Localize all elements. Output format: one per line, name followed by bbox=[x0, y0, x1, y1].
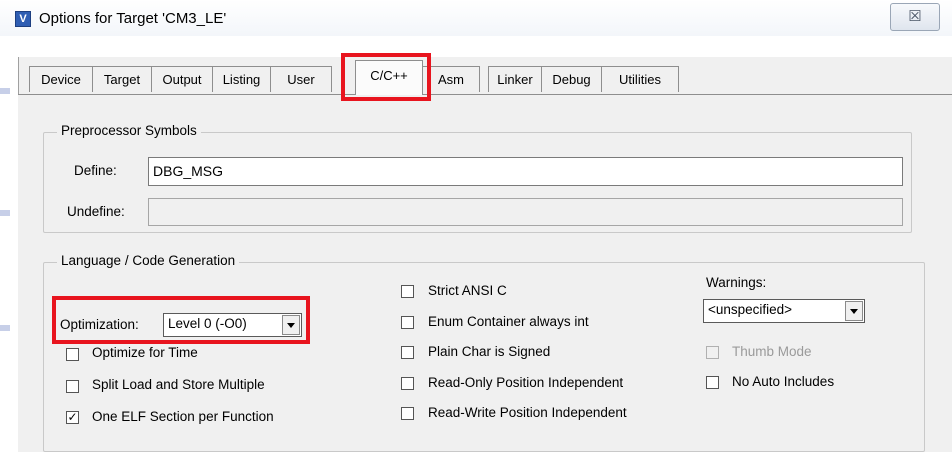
close-button[interactable]: ☒ bbox=[890, 3, 940, 31]
ro-pi-checkbox[interactable] bbox=[401, 377, 414, 390]
close-icon: ☒ bbox=[908, 8, 922, 25]
one-elf-checkbox[interactable]: ✓ bbox=[66, 411, 79, 424]
ro-pi-label: Read-Only Position Independent bbox=[428, 375, 624, 390]
no-auto-includes-label: No Auto Includes bbox=[732, 374, 835, 389]
split-load-label: Split Load and Store Multiple bbox=[92, 377, 265, 392]
tab-utilities[interactable]: Utilities bbox=[601, 66, 679, 92]
plain-char-checkbox[interactable] bbox=[401, 346, 414, 359]
enum-container-label: Enum Container always int bbox=[428, 314, 589, 329]
background-window-edge bbox=[0, 210, 10, 216]
optimize-time-label: Optimize for Time bbox=[92, 345, 198, 360]
enum-container-checkbox[interactable] bbox=[401, 316, 414, 329]
one-elf-label: One ELF Section per Function bbox=[92, 409, 274, 424]
preprocessor-legend: Preprocessor Symbols bbox=[57, 123, 201, 138]
undefine-input[interactable] bbox=[148, 198, 903, 226]
options-dialog: V Options for Target 'CM3_LE' ☒ Preproce… bbox=[0, 0, 952, 452]
strict-ansi-label: Strict ANSI C bbox=[428, 283, 507, 298]
language-legend: Language / Code Generation bbox=[57, 253, 240, 268]
define-label: Define: bbox=[74, 163, 117, 178]
chevron-down-icon[interactable] bbox=[845, 301, 863, 321]
title-bar[interactable]: V Options for Target 'CM3_LE' ☒ bbox=[0, 0, 952, 36]
thumb-mode-label: Thumb Mode bbox=[732, 344, 812, 359]
background-window-edge bbox=[0, 88, 10, 94]
tab-output[interactable]: Output bbox=[151, 66, 213, 92]
no-auto-includes-checkbox[interactable] bbox=[706, 376, 719, 389]
warnings-label: Warnings: bbox=[706, 275, 767, 290]
checkmark-icon: ✓ bbox=[67, 410, 78, 424]
rw-pi-label: Read-Write Position Independent bbox=[428, 405, 627, 420]
background-window-edge bbox=[0, 325, 10, 331]
strict-ansi-checkbox[interactable] bbox=[401, 285, 414, 298]
tab-user[interactable]: User bbox=[270, 66, 332, 92]
split-load-checkbox[interactable] bbox=[66, 380, 79, 393]
warnings-value: <unspecified> bbox=[708, 302, 793, 317]
define-input[interactable]: DBG_MSG bbox=[148, 157, 903, 186]
tab-highlight-box bbox=[341, 53, 431, 101]
tab-panel-cpp: Preprocessor Symbols Define: DBG_MSG Und… bbox=[18, 94, 952, 452]
tab-debug[interactable]: Debug bbox=[541, 66, 602, 92]
tab-target[interactable]: Target bbox=[92, 66, 152, 92]
optimization-highlight-box bbox=[52, 296, 310, 344]
warnings-select[interactable]: <unspecified> bbox=[703, 299, 865, 323]
window-title: Options for Target 'CM3_LE' bbox=[39, 10, 227, 27]
keil-app-icon: V bbox=[15, 11, 31, 27]
tab-listing[interactable]: Listing bbox=[212, 66, 271, 92]
plain-char-label: Plain Char is Signed bbox=[428, 344, 551, 359]
undefine-label: Undefine: bbox=[67, 204, 125, 219]
tab-linker[interactable]: Linker bbox=[488, 66, 542, 92]
tab-device[interactable]: Device bbox=[29, 66, 93, 92]
optimize-time-checkbox[interactable] bbox=[66, 348, 79, 361]
thumb-mode-checkbox[interactable] bbox=[706, 346, 719, 359]
rw-pi-checkbox[interactable] bbox=[401, 407, 414, 420]
